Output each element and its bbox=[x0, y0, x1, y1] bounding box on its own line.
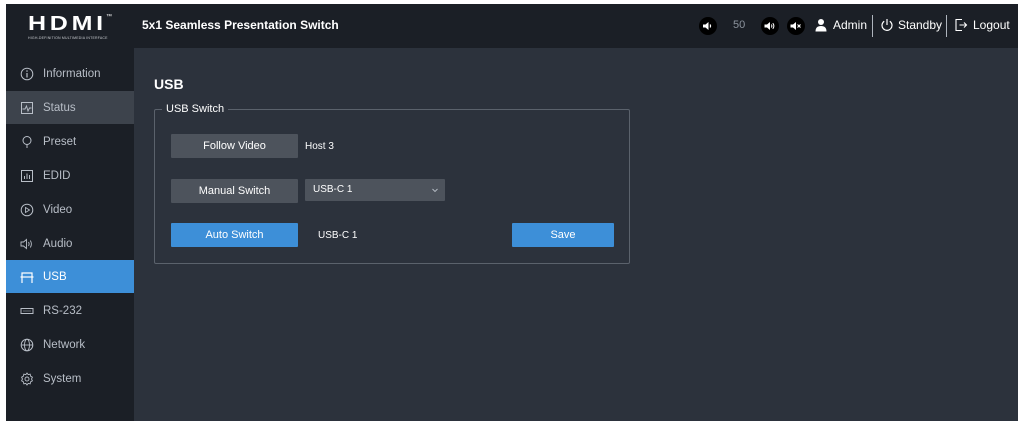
logo-trademark: ™ bbox=[106, 14, 112, 20]
volume-value: 50 bbox=[733, 19, 746, 31]
page-title: USB bbox=[154, 76, 184, 92]
section-title: USB Switch bbox=[162, 103, 229, 115]
logout-icon[interactable] bbox=[954, 18, 968, 32]
sidebar-item-network[interactable]: Network bbox=[6, 328, 134, 361]
sidebar-item-status[interactable]: Status bbox=[6, 91, 134, 124]
network-icon bbox=[20, 338, 34, 351]
follow-video-button[interactable]: Follow Video bbox=[171, 134, 298, 158]
sidebar-item-video[interactable]: Video bbox=[6, 193, 134, 226]
sidebar-item-label: USB bbox=[43, 270, 67, 283]
usb-port-select[interactable]: USB-C 1 bbox=[305, 179, 445, 201]
usb-icon bbox=[20, 271, 34, 283]
sidebar-item-label: Network bbox=[43, 338, 86, 351]
user-icon bbox=[815, 19, 827, 32]
mute-icon[interactable] bbox=[787, 17, 805, 35]
logo-subtitle: HIGH-DEFINITION MULTIMEDIA INTERFACE bbox=[28, 36, 108, 40]
standby-button[interactable]: Standby bbox=[898, 18, 942, 32]
auto-switch-value: USB-C 1 bbox=[318, 230, 358, 241]
status-icon bbox=[21, 101, 33, 114]
follow-video-value: Host 3 bbox=[305, 141, 334, 152]
preset-icon bbox=[22, 135, 32, 148]
logo-text: HDMI bbox=[28, 13, 107, 35]
power-icon[interactable] bbox=[880, 18, 894, 32]
manual-switch-button[interactable]: Manual Switch bbox=[171, 179, 298, 203]
sidebar-item-label: EDID bbox=[43, 169, 71, 182]
sidebar-item-audio[interactable]: Audio bbox=[6, 227, 134, 260]
hdmi-logo: HDMI ™ HIGH-DEFINITION MULTIMEDIA INTERF… bbox=[6, 4, 134, 48]
user-label[interactable]: Admin bbox=[833, 18, 867, 32]
sidebar-item-usb[interactable]: USB bbox=[6, 260, 134, 293]
sidebar-item-label: System bbox=[43, 372, 82, 385]
app-title: 5x1 Seamless Presentation Switch bbox=[142, 18, 339, 32]
chevron-down-icon bbox=[432, 188, 438, 193]
rs232-icon bbox=[20, 307, 34, 314]
sidebar-item-label: RS-232 bbox=[43, 304, 82, 317]
sidebar-item-edid[interactable]: EDID bbox=[6, 159, 134, 192]
volume-down-icon[interactable] bbox=[699, 17, 717, 35]
edid-icon bbox=[21, 169, 33, 182]
sidebar-item-label: Audio bbox=[43, 237, 73, 250]
gear-icon bbox=[21, 371, 33, 386]
sidebar-item-label: Information bbox=[43, 67, 101, 80]
info-icon bbox=[20, 67, 34, 80]
sidebar-item-label: Preset bbox=[43, 135, 77, 148]
header-divider bbox=[872, 15, 873, 37]
sidebar-item-label: Video bbox=[43, 203, 73, 216]
save-button[interactable]: Save bbox=[512, 223, 614, 247]
header-divider bbox=[946, 15, 947, 37]
sidebar-item-system[interactable]: System bbox=[6, 362, 134, 395]
sidebar: Information Status Preset EDID Video Aud… bbox=[6, 48, 134, 421]
sidebar-item-preset[interactable]: Preset bbox=[6, 125, 134, 158]
audio-icon bbox=[20, 238, 32, 249]
top-header: HDMI ™ HIGH-DEFINITION MULTIMEDIA INTERF… bbox=[6, 4, 1018, 48]
auto-switch-button[interactable]: Auto Switch bbox=[171, 223, 298, 247]
main-content: USB USB Switch Follow Video Host 3 Manua… bbox=[134, 48, 1018, 421]
video-icon bbox=[20, 203, 34, 216]
selected-value: USB-C 1 bbox=[313, 184, 353, 195]
volume-up-icon[interactable] bbox=[761, 17, 779, 35]
sidebar-item-rs232[interactable]: RS-232 bbox=[6, 294, 134, 327]
sidebar-item-information[interactable]: Information bbox=[6, 57, 134, 90]
logout-button[interactable]: Logout bbox=[973, 18, 1010, 32]
sidebar-item-label: Status bbox=[43, 101, 76, 114]
app-window: HDMI ™ HIGH-DEFINITION MULTIMEDIA INTERF… bbox=[6, 4, 1018, 421]
